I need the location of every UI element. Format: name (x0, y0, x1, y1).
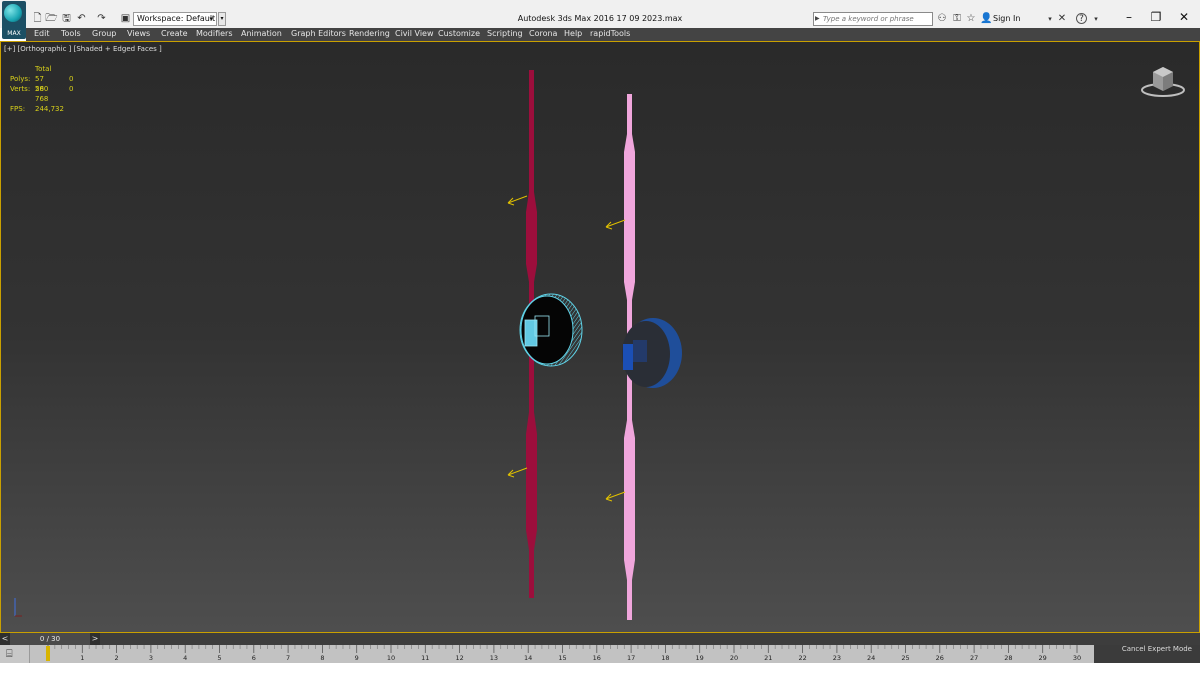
help-icon[interactable]: ? (1076, 13, 1087, 24)
sign-in-link[interactable]: Sign In (993, 14, 1020, 23)
frame-label: 4 (183, 654, 188, 662)
menu-group[interactable]: Group (92, 29, 116, 38)
user-icon[interactable]: 👤 (980, 13, 992, 25)
menu-corona[interactable]: Corona (529, 29, 557, 38)
frame-label: 6 (251, 654, 256, 662)
frame-label: 25 (901, 654, 910, 662)
chevron-down-icon: ▾ (209, 15, 213, 23)
frame-label: 16 (592, 654, 601, 662)
frame-label: 14 (524, 654, 533, 662)
frame-label: 5 (217, 654, 222, 662)
infocenter-search: ▶ (813, 12, 933, 26)
menu-create[interactable]: Create (161, 29, 188, 38)
project-folder-icon[interactable]: ▣ (120, 13, 131, 24)
frame-label: 24 (867, 654, 876, 662)
frame-label: 20 (729, 654, 739, 662)
time-slider[interactable]: < 0 / 30 > (0, 633, 1200, 645)
frame-label: 11 (421, 654, 430, 662)
axis-tripod-icon (14, 598, 22, 617)
menu-civil-view[interactable]: Civil View (395, 29, 434, 38)
communication-center-icon[interactable]: ⚿ (951, 13, 963, 25)
frame-label: 2 (114, 654, 119, 662)
sign-in-dropdown-icon[interactable]: ▾ (1044, 13, 1056, 25)
menu-customize[interactable]: Customize (438, 29, 480, 38)
frame-label: 29 (1038, 654, 1047, 662)
menu-animation[interactable]: Animation (241, 29, 282, 38)
exchange-apps-icon[interactable]: ✕ (1056, 13, 1068, 25)
frame-ruler[interactable]: 1 2 3 4 5 6 7 8 9 10 11 12 13 14 15 16 17 18 19 20 21 22 23 24 2… (29, 645, 1094, 663)
frame-label: 10 (386, 654, 396, 662)
cancel-expert-mode-button[interactable]: Cancel Expert Mode (1094, 645, 1200, 663)
search-input[interactable] (823, 13, 931, 25)
app-logo-label: MAX (7, 30, 21, 37)
frame-label: 19 (695, 654, 704, 662)
mini-curve-editor-icon[interactable]: ⌸ (6, 648, 20, 660)
frame-label: 27 (969, 654, 979, 662)
new-file-icon[interactable]: 🗋 (32, 13, 43, 24)
status-strip (0, 663, 1200, 675)
frame-label: 21 (764, 654, 773, 662)
time-slider-prev-button[interactable]: < (0, 633, 10, 645)
time-slider-next-button[interactable]: > (90, 633, 100, 645)
frame-label: 9 (354, 654, 359, 662)
frame-label: 15 (558, 654, 567, 662)
save-icon[interactable]: 🖫 (61, 13, 72, 24)
main-menu-bar: Edit Tools Group Views Create Modifiers Animat… (26, 28, 1200, 41)
viewcube-icon[interactable] (1141, 64, 1189, 98)
help-dropdown-icon[interactable]: ▾ (1090, 13, 1102, 25)
menu-tools[interactable]: Tools (61, 29, 81, 38)
workspace-selector[interactable]: Workspace: Default ▾ (133, 12, 217, 26)
frame-label: 18 (661, 654, 670, 662)
3ds-max-logo-icon (4, 4, 22, 22)
current-frame-marker[interactable] (46, 646, 50, 661)
frame-label: 3 (148, 654, 153, 662)
viewport-orthographic[interactable]: [+] [Orthographic ] [Shaded + Edged Face… (0, 41, 1200, 633)
quick-access-customize-button[interactable]: ▾ (218, 12, 226, 26)
time-slider-thumb[interactable]: 0 / 30 (10, 633, 90, 645)
frame-label: 7 (286, 654, 291, 662)
frame-label: 30 (1072, 654, 1082, 662)
menu-views[interactable]: Views (127, 29, 150, 38)
menu-rendering[interactable]: Rendering (349, 29, 390, 38)
frame-label: 23 (832, 654, 842, 662)
frame-label: 1 (80, 654, 85, 662)
menu-graph-editors[interactable]: Graph Editors (291, 29, 346, 38)
frame-label: 8 (320, 654, 325, 662)
minimize-button[interactable]: – (1116, 8, 1142, 26)
frame-label: 22 (798, 654, 807, 662)
restore-button[interactable]: ❐ (1143, 8, 1169, 26)
binoculars-icon[interactable]: ⚇ (936, 13, 948, 25)
open-folder-icon[interactable]: 🗁 (45, 13, 57, 24)
frame-label: 28 (1004, 654, 1013, 662)
right-disc-object[interactable] (622, 318, 682, 388)
scene-geometry[interactable] (1, 42, 1199, 632)
left-disc-object[interactable] (519, 293, 583, 367)
workspace-label: Workspace: Default (137, 14, 216, 23)
track-bar: ⌸ 1 2 3 4 5 6 7 8 9 10 11 12 13 14 15 16 17 18 19 20 21 22 23 2… (0, 645, 1200, 663)
frame-label: 26 (935, 654, 944, 662)
menu-rapidtools[interactable]: rapidTools (590, 29, 630, 38)
frame-label: 12 (455, 654, 464, 662)
title-bar: MAX 🗋 🗁 🖫 ↶ ↷ ▣ Workspace: Default ▾ ▾ Autode… (0, 0, 1200, 39)
menu-scripting[interactable]: Scripting (487, 29, 523, 38)
close-button[interactable]: ✕ (1171, 8, 1197, 26)
redo-icon[interactable]: ↷ (96, 13, 107, 24)
menu-help[interactable]: Help (564, 29, 582, 38)
favorites-star-icon[interactable]: ☆ (965, 13, 977, 25)
frame-label: 13 (489, 654, 499, 662)
application-menu-button[interactable]: MAX (2, 1, 26, 39)
search-expand-icon[interactable]: ▶ (815, 13, 823, 25)
menu-edit[interactable]: Edit (34, 29, 50, 38)
frame-label: 17 (626, 654, 636, 662)
undo-icon[interactable]: ↶ (76, 13, 87, 24)
menu-modifiers[interactable]: Modifiers (196, 29, 233, 38)
